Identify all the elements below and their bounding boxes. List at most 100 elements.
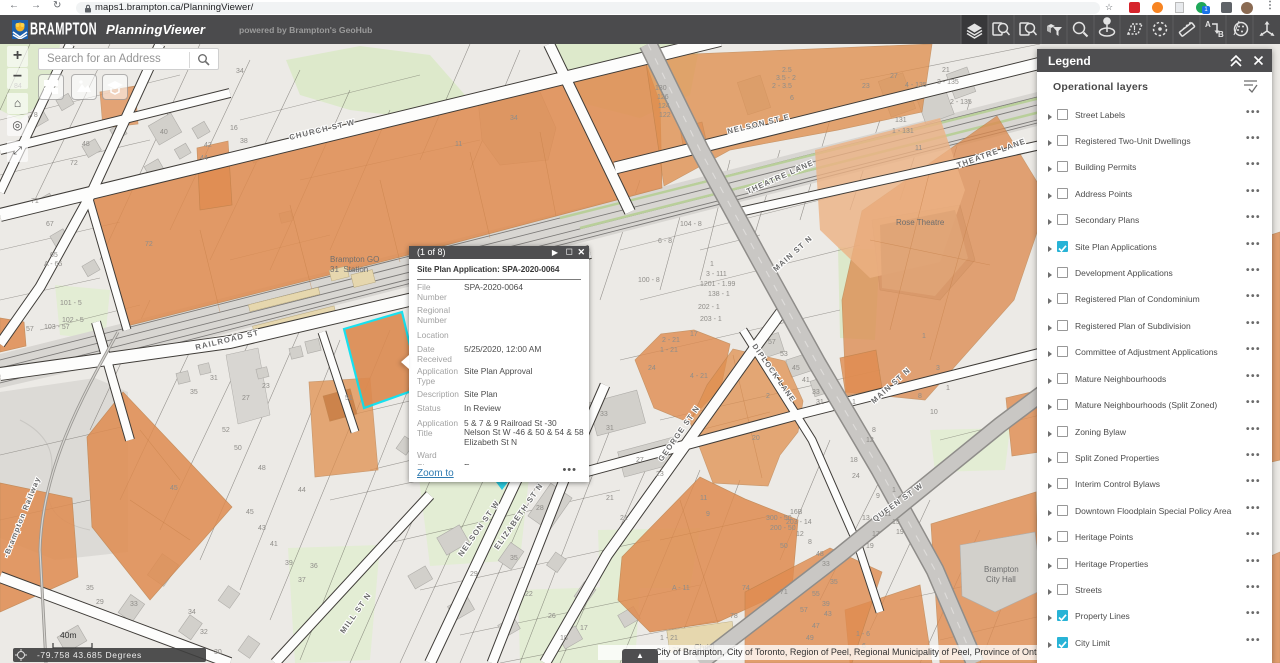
svg-text:8: 8 [808,539,812,546]
svg-text:2 - 135: 2 - 135 [950,99,972,106]
svg-text:52: 52 [222,427,230,434]
svg-text:Rose Theatre: Rose Theatre [896,218,945,227]
svg-text:1 - 6: 1 - 6 [856,631,870,638]
svg-text:72: 72 [145,241,153,248]
svg-text:35: 35 [510,555,518,562]
svg-text:18: 18 [850,457,858,464]
svg-text:B: B [1218,30,1224,39]
svg-text:71: 71 [31,198,39,205]
svg-text:57: 57 [26,326,34,333]
svg-text:35: 35 [830,579,838,586]
svg-text:10: 10 [930,409,938,416]
svg-text:49: 49 [806,635,814,642]
svg-text:23: 23 [262,383,270,390]
svg-text:78: 78 [730,613,738,620]
svg-text:31: 31 [210,375,218,382]
svg-text:1: 1 [710,261,714,268]
svg-text:43: 43 [824,611,832,618]
svg-text:126: 126 [657,94,669,101]
svg-text:!: ! [1133,24,1136,34]
svg-text:Brampton: Brampton [984,565,1019,574]
svg-text:44: 44 [298,487,306,494]
svg-text:200 - 50: 200 - 50 [770,525,796,532]
svg-text:34: 34 [236,68,244,75]
svg-text:29: 29 [470,571,478,578]
svg-text:21: 21 [606,495,614,502]
svg-text:48: 48 [258,465,266,472]
svg-text:12: 12 [796,531,804,538]
svg-text:55: 55 [812,591,820,598]
svg-text:21: 21 [620,515,628,522]
svg-text:11: 11 [915,145,922,152]
svg-text:104 - 8: 104 - 8 [680,221,702,228]
svg-text:31 Station: 31 Station [330,265,368,274]
svg-text:22: 22 [525,591,533,598]
svg-text:102 - 5: 102 - 5 [62,317,84,324]
svg-text:35: 35 [190,389,198,396]
svg-text:A - 11: A - 11 [672,585,690,592]
svg-text:27: 27 [242,395,250,402]
svg-text:48: 48 [816,551,824,558]
svg-text:33: 33 [600,411,608,418]
svg-text:39: 39 [822,601,830,608]
svg-text:37: 37 [298,577,306,584]
svg-text:50: 50 [780,543,788,550]
svg-text:33: 33 [130,601,138,608]
svg-text:71: 71 [780,589,788,596]
svg-text:101 - 5: 101 - 5 [60,300,82,307]
svg-text:34: 34 [510,115,518,122]
svg-text:41: 41 [802,377,810,384]
svg-text:2.5: 2.5 [782,67,792,74]
svg-text:33: 33 [812,389,820,396]
svg-text:4 - 21: 4 - 21 [690,373,708,380]
svg-text:47: 47 [812,623,820,630]
svg-text:1201 - 1.99: 1201 - 1.99 [700,281,736,288]
svg-text:27: 27 [636,457,644,464]
svg-text:131: 131 [895,117,907,124]
svg-text:19: 19 [896,529,904,536]
svg-text:67: 67 [46,221,54,228]
svg-text:23: 23 [656,471,664,478]
svg-text:33: 33 [822,561,830,568]
svg-text:74: 74 [742,585,750,592]
svg-text:24: 24 [648,365,656,372]
svg-text:21: 21 [942,67,950,74]
svg-text:12: 12 [866,437,874,444]
svg-text:18: 18 [560,635,568,642]
svg-text:1 - 21: 1 - 21 [660,635,678,642]
svg-text:51: 51 [345,395,353,402]
svg-text:3 - 135: 3 - 135 [937,79,959,86]
svg-text:72: 72 [70,160,78,167]
svg-text:42: 42 [204,142,212,149]
svg-text:8: 8 [918,393,922,400]
svg-text:6 - 8: 6 - 8 [658,238,672,245]
svg-text:34: 34 [188,609,196,616]
svg-text:31: 31 [816,399,824,406]
svg-text:31: 31 [606,425,614,432]
svg-text:2 - 21: 2 - 21 [662,337,680,344]
svg-text:6: 6 [790,95,794,102]
svg-text:50: 50 [234,445,242,452]
svg-text:44: 44 [200,155,208,162]
svg-text:16B: 16B [790,509,803,516]
svg-text:24: 24 [852,473,860,480]
svg-text:15: 15 [892,519,900,526]
svg-text:35: 35 [86,585,94,592]
svg-text:2: 2 [766,393,770,400]
svg-text:1: 1 [946,385,950,392]
svg-text:27: 27 [890,73,898,80]
svg-text:11: 11 [700,495,707,502]
svg-text:17: 17 [690,331,698,338]
svg-text:13: 13 [862,515,870,522]
svg-text:9: 9 [706,511,710,518]
svg-text:11: 11 [884,511,891,518]
svg-text:45: 45 [170,485,178,492]
svg-text:78: 78 [30,112,38,119]
svg-text:45: 45 [792,365,800,372]
svg-text:1: 1 [892,487,896,494]
svg-text:36: 36 [310,563,318,570]
svg-text:203 - 1: 203 - 1 [700,316,722,323]
svg-text:38: 38 [240,138,248,145]
svg-text:57: 57 [768,339,776,346]
svg-text:23: 23 [862,83,870,90]
